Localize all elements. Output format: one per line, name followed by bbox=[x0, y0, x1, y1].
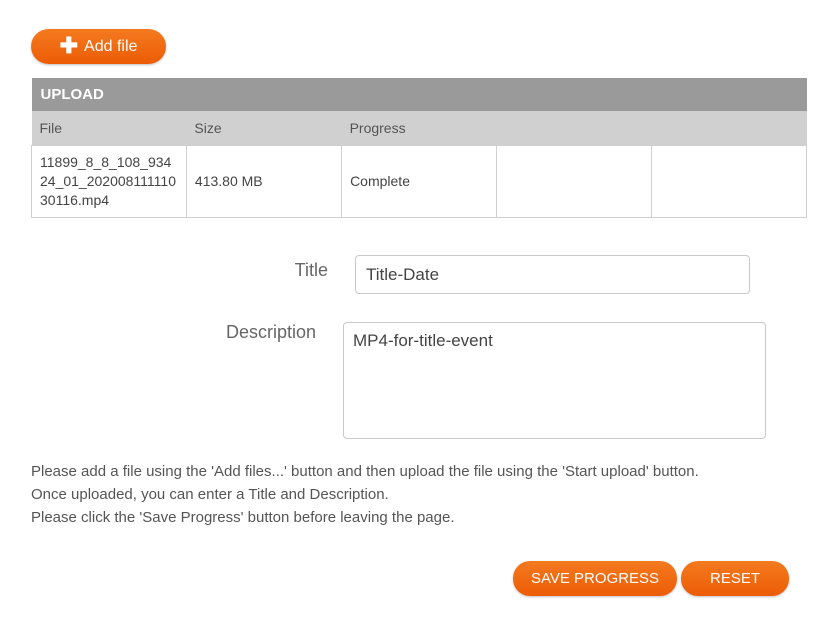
column-header-size: Size bbox=[186, 111, 342, 146]
description-textarea[interactable]: MP4-for-title-event bbox=[343, 322, 766, 439]
upload-header-row: File Size Progress bbox=[31, 111, 807, 146]
file-name-cell: 11899_8_8_108_93424_01_20200811111030116… bbox=[31, 145, 187, 218]
table-row: 11899_8_8_108_93424_01_20200811111030116… bbox=[31, 145, 807, 218]
instruction-line: Once uploaded, you can enter a Title and… bbox=[31, 486, 389, 503]
upload-caption-row: UPLOAD bbox=[31, 78, 807, 111]
save-progress-button[interactable]: SAVE PROGRESS bbox=[513, 561, 677, 596]
empty-cell-5 bbox=[651, 145, 807, 218]
instructions-text: Please add a file using the 'Add files..… bbox=[31, 460, 821, 529]
description-label: Description bbox=[225, 322, 316, 342]
title-input[interactable] bbox=[355, 255, 750, 294]
column-header-4 bbox=[496, 111, 652, 146]
upload-table: UPLOAD File Size Progress 11899_8_8_108_… bbox=[31, 78, 807, 218]
plus-icon: ✚ bbox=[59, 32, 79, 58]
empty-cell-4 bbox=[496, 145, 653, 218]
column-header-5 bbox=[651, 111, 807, 146]
add-file-button[interactable]: ✚ Add file bbox=[31, 29, 166, 64]
column-header-progress: Progress bbox=[341, 111, 497, 146]
reset-button[interactable]: RESET bbox=[681, 561, 789, 596]
title-label: Title bbox=[294, 260, 328, 280]
instruction-line: Please click the 'Save Progress' button … bbox=[31, 509, 455, 526]
upload-caption: UPLOAD bbox=[31, 78, 807, 111]
column-header-file: File bbox=[31, 111, 187, 146]
file-size-cell: 413.80 MB bbox=[185, 145, 343, 218]
add-file-label: Add file bbox=[84, 37, 138, 55]
progress-cell: Complete bbox=[341, 145, 498, 218]
instruction-line: Please add a file using the 'Add files..… bbox=[31, 463, 699, 480]
